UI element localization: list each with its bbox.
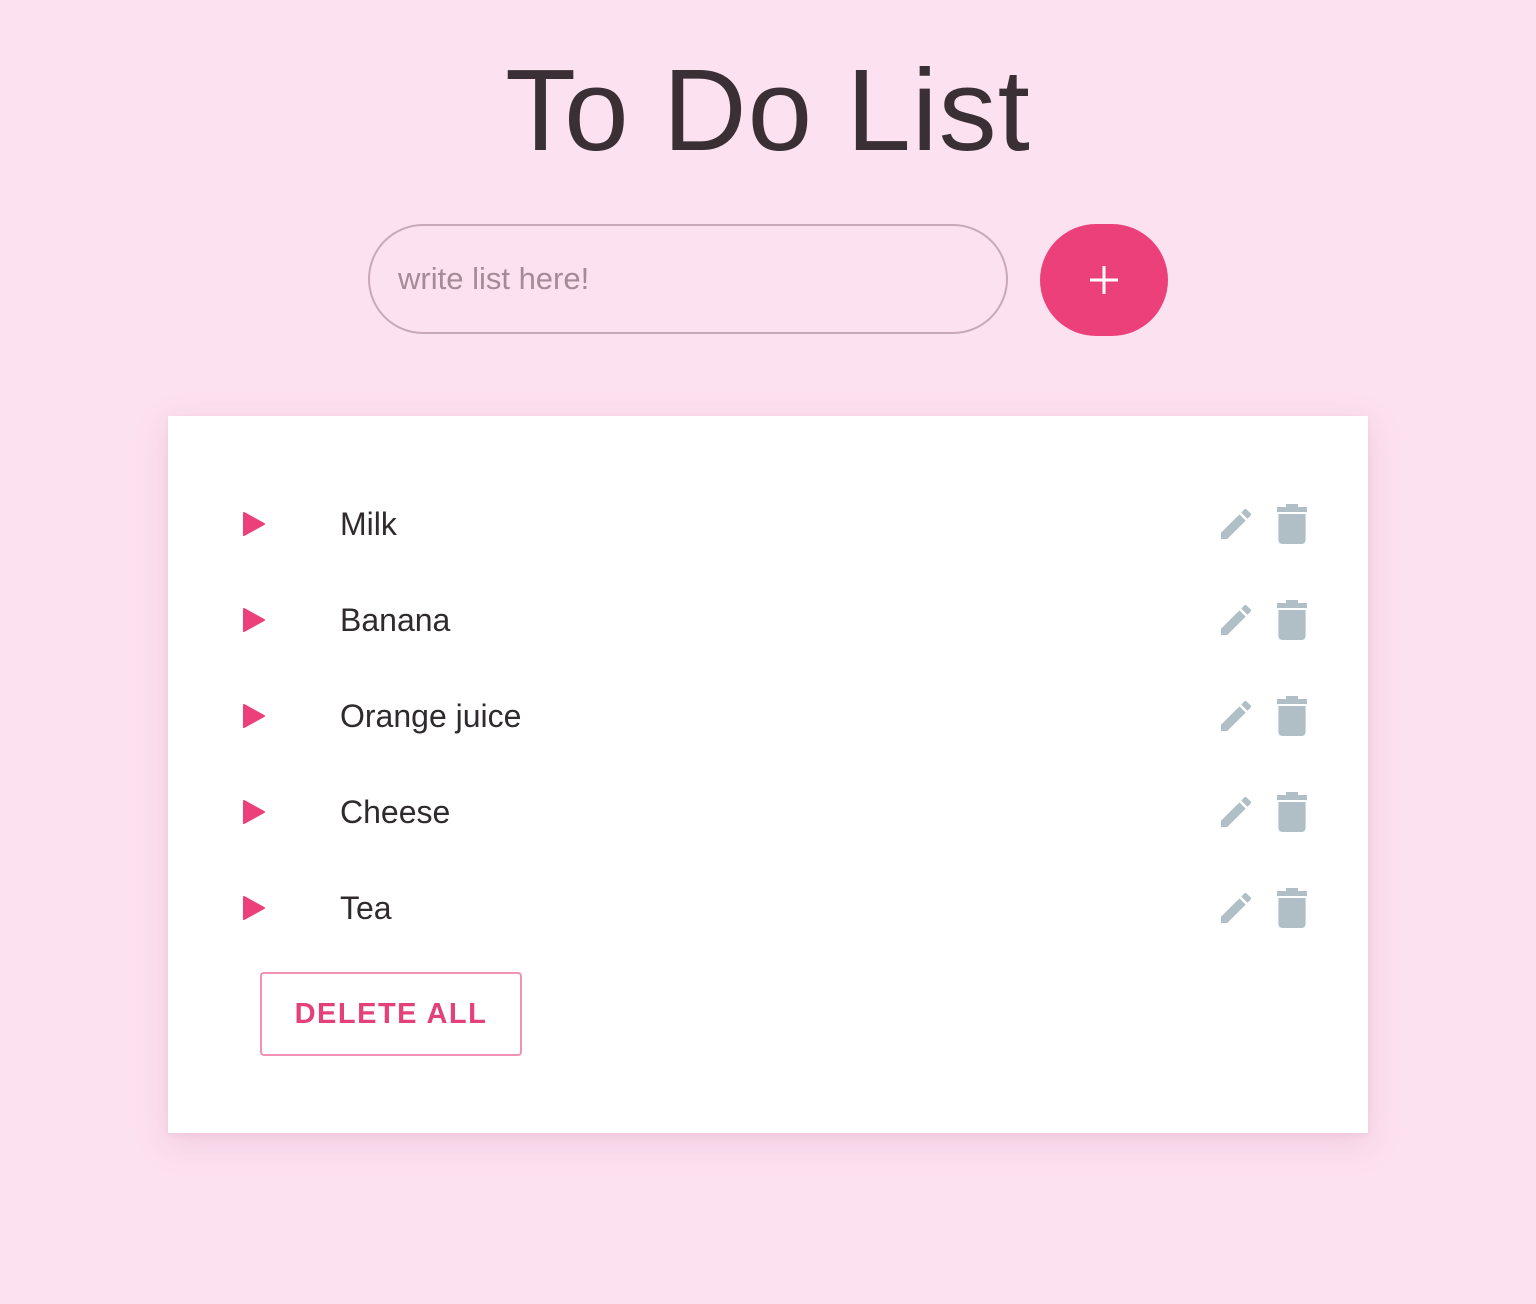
trash-icon[interactable]	[1276, 888, 1308, 928]
list-item: Tea	[168, 860, 1368, 956]
plus-icon	[1090, 266, 1118, 294]
play-arrow-icon[interactable]	[242, 704, 266, 728]
pencil-icon[interactable]	[1216, 792, 1256, 832]
pencil-icon[interactable]	[1216, 696, 1256, 736]
page-title: To Do List	[0, 40, 1536, 181]
list-item: Banana	[168, 572, 1368, 668]
play-arrow-icon[interactable]	[242, 512, 266, 536]
pencil-icon[interactable]	[1216, 504, 1256, 544]
pencil-icon[interactable]	[1216, 600, 1256, 640]
list-item: Milk	[168, 476, 1368, 572]
trash-icon[interactable]	[1276, 600, 1308, 640]
item-label: Orange juice	[340, 698, 522, 734]
play-arrow-icon[interactable]	[242, 608, 266, 632]
item-label: Cheese	[340, 794, 451, 830]
add-button[interactable]	[1040, 224, 1168, 336]
item-label: Milk	[340, 506, 397, 542]
trash-icon[interactable]	[1276, 792, 1308, 832]
page-title-text: To Do List	[505, 45, 1031, 175]
list-item: Cheese	[168, 764, 1368, 860]
play-arrow-icon[interactable]	[242, 896, 266, 920]
delete-all-button[interactable]: DELETE ALL	[260, 972, 522, 1056]
pencil-icon[interactable]	[1216, 888, 1256, 928]
item-label: Banana	[340, 602, 451, 638]
play-arrow-icon[interactable]	[242, 800, 266, 824]
trash-icon[interactable]	[1276, 696, 1308, 736]
item-label: Tea	[340, 890, 392, 926]
list-item: Orange juice	[168, 668, 1368, 764]
todo-input[interactable]	[368, 224, 1008, 334]
trash-icon[interactable]	[1276, 504, 1308, 544]
todo-list: Milk Banana Orange juice Cheese Tea	[168, 476, 1368, 956]
todo-card: Milk Banana Orange juice Cheese Tea DELE…	[168, 416, 1368, 1133]
